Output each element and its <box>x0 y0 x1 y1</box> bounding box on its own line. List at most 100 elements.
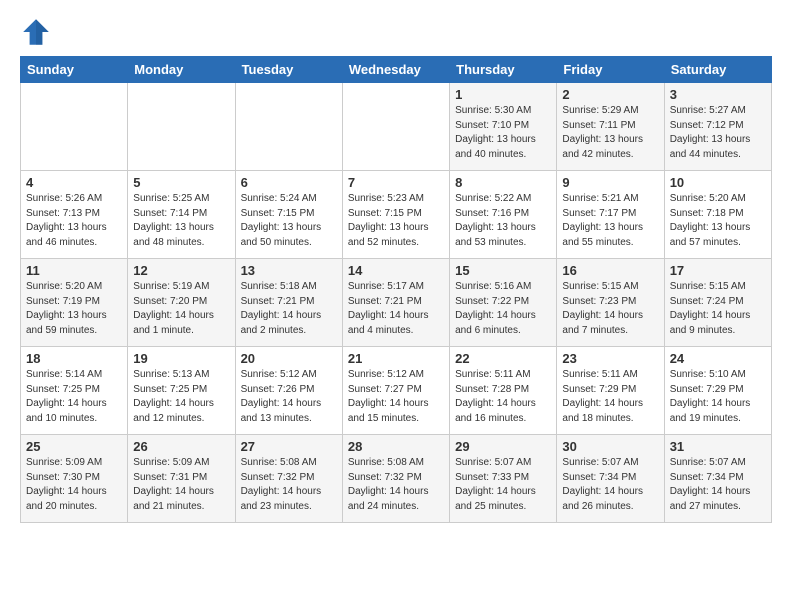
cell-info: Sunrise: 5:16 AM Sunset: 7:22 PM Dayligh… <box>455 280 551 338</box>
day-number: 9 <box>562 175 658 190</box>
calendar-cell: 4Sunrise: 5:26 AM Sunset: 7:13 PM Daylig… <box>21 171 128 259</box>
calendar-cell: 24Sunrise: 5:10 AM Sunset: 7:29 PM Dayli… <box>664 347 771 435</box>
cell-info: Sunrise: 5:11 AM Sunset: 7:28 PM Dayligh… <box>455 368 551 426</box>
calendar-cell: 1Sunrise: 5:30 AM Sunset: 7:10 PM Daylig… <box>450 83 557 171</box>
day-number: 31 <box>670 439 766 454</box>
day-number: 23 <box>562 351 658 366</box>
calendar-cell: 8 Sunrise: 5:22 AM Sunset: 7:16 PM Daylig… <box>450 171 557 259</box>
day-number: 11 <box>26 263 122 278</box>
calendar-cell: 19 Sunrise: 5:13 AM Sunset: 7:25 PM Dayli… <box>128 347 235 435</box>
day-number: 19 <box>133 351 229 366</box>
calendar-cell <box>21 83 128 171</box>
calendar-cell: 26 Sunrise: 5:09 AM Sunset: 7:31 PM Dayli… <box>128 435 235 523</box>
calendar-cell: 18 Sunrise: 5:14 AM Sunset: 7:25 PM Dayli… <box>21 347 128 435</box>
cell-info: Sunrise: 5:19 AM Sunset: 7:20 PM Dayligh… <box>133 280 229 338</box>
calendar-cell: 2 Sunrise: 5:29 AM Sunset: 7:11 PM Daylig… <box>557 83 664 171</box>
logo-icon <box>20 16 52 48</box>
day-number: 8 <box>455 175 551 190</box>
day-number: 20 <box>241 351 337 366</box>
day-number: 12 <box>133 263 229 278</box>
day-number: 17 <box>670 263 766 278</box>
cell-info: Sunrise: 5:12 AM Sunset: 7:27 PM Dayligh… <box>348 368 444 426</box>
cell-info: Sunrise: 5:07 AM Sunset: 7:34 PM Dayligh… <box>670 456 766 514</box>
cell-info: Sunrise: 5:29 AM Sunset: 7:11 PM Dayligh… <box>562 104 658 162</box>
day-number: 7 <box>348 175 444 190</box>
day-number: 26 <box>133 439 229 454</box>
calendar-cell: 11 Sunrise: 5:20 AM Sunset: 7:19 PM Dayli… <box>21 259 128 347</box>
day-number: 27 <box>241 439 337 454</box>
cell-info: Sunrise: 5:18 AM Sunset: 7:21 PM Dayligh… <box>241 280 337 338</box>
week-row: 11 Sunrise: 5:20 AM Sunset: 7:19 PM Dayli… <box>21 259 772 347</box>
cell-info: Sunrise: 5:13 AM Sunset: 7:25 PM Dayligh… <box>133 368 229 426</box>
calendar-cell: 25Sunrise: 5:09 AM Sunset: 7:30 PM Dayli… <box>21 435 128 523</box>
cell-info: Sunrise: 5:30 AM Sunset: 7:10 PM Dayligh… <box>455 104 551 162</box>
day-number: 14 <box>348 263 444 278</box>
day-number: 10 <box>670 175 766 190</box>
day-number: 30 <box>562 439 658 454</box>
calendar-cell: 17 Sunrise: 5:15 AM Sunset: 7:24 PM Dayli… <box>664 259 771 347</box>
cell-info: Sunrise: 5:07 AM Sunset: 7:33 PM Dayligh… <box>455 456 551 514</box>
logo <box>20 16 54 48</box>
weekday-header: Monday <box>128 57 235 83</box>
calendar-cell: 20 Sunrise: 5:12 AM Sunset: 7:26 PM Dayli… <box>235 347 342 435</box>
calendar-cell: 29 Sunrise: 5:07 AM Sunset: 7:33 PM Dayli… <box>450 435 557 523</box>
cell-info: Sunrise: 5:23 AM Sunset: 7:15 PM Dayligh… <box>348 192 444 250</box>
calendar-cell: 21Sunrise: 5:12 AM Sunset: 7:27 PM Dayli… <box>342 347 449 435</box>
calendar-cell <box>235 83 342 171</box>
day-number: 2 <box>562 87 658 102</box>
calendar-cell: 3 Sunrise: 5:27 AM Sunset: 7:12 PM Daylig… <box>664 83 771 171</box>
day-number: 5 <box>133 175 229 190</box>
weekday-header: Thursday <box>450 57 557 83</box>
day-number: 3 <box>670 87 766 102</box>
weekday-header: Tuesday <box>235 57 342 83</box>
calendar-cell: 28Sunrise: 5:08 AM Sunset: 7:32 PM Dayli… <box>342 435 449 523</box>
day-number: 13 <box>241 263 337 278</box>
day-number: 15 <box>455 263 551 278</box>
cell-info: Sunrise: 5:14 AM Sunset: 7:25 PM Dayligh… <box>26 368 122 426</box>
cell-info: Sunrise: 5:12 AM Sunset: 7:26 PM Dayligh… <box>241 368 337 426</box>
cell-info: Sunrise: 5:22 AM Sunset: 7:16 PM Dayligh… <box>455 192 551 250</box>
day-number: 29 <box>455 439 551 454</box>
cell-info: Sunrise: 5:26 AM Sunset: 7:13 PM Dayligh… <box>26 192 122 250</box>
calendar-cell: 27 Sunrise: 5:08 AM Sunset: 7:32 PM Dayli… <box>235 435 342 523</box>
calendar-cell: 6 Sunrise: 5:24 AM Sunset: 7:15 PM Daylig… <box>235 171 342 259</box>
cell-info: Sunrise: 5:09 AM Sunset: 7:31 PM Dayligh… <box>133 456 229 514</box>
weekday-header: Wednesday <box>342 57 449 83</box>
cell-info: Sunrise: 5:27 AM Sunset: 7:12 PM Dayligh… <box>670 104 766 162</box>
calendar-cell: 31 Sunrise: 5:07 AM Sunset: 7:34 PM Dayli… <box>664 435 771 523</box>
cell-info: Sunrise: 5:25 AM Sunset: 7:14 PM Dayligh… <box>133 192 229 250</box>
calendar-table: SundayMondayTuesdayWednesdayThursdayFrid… <box>20 56 772 523</box>
calendar-cell: 7 Sunrise: 5:23 AM Sunset: 7:15 PM Daylig… <box>342 171 449 259</box>
weekday-header-row: SundayMondayTuesdayWednesdayThursdayFrid… <box>21 57 772 83</box>
cell-info: Sunrise: 5:10 AM Sunset: 7:29 PM Dayligh… <box>670 368 766 426</box>
header <box>20 16 772 48</box>
calendar-cell: 10 Sunrise: 5:20 AM Sunset: 7:18 PM Dayli… <box>664 171 771 259</box>
day-number: 25 <box>26 439 122 454</box>
calendar-cell <box>342 83 449 171</box>
week-row: 25Sunrise: 5:09 AM Sunset: 7:30 PM Dayli… <box>21 435 772 523</box>
cell-info: Sunrise: 5:07 AM Sunset: 7:34 PM Dayligh… <box>562 456 658 514</box>
cell-info: Sunrise: 5:08 AM Sunset: 7:32 PM Dayligh… <box>348 456 444 514</box>
cell-info: Sunrise: 5:24 AM Sunset: 7:15 PM Dayligh… <box>241 192 337 250</box>
cell-info: Sunrise: 5:20 AM Sunset: 7:19 PM Dayligh… <box>26 280 122 338</box>
calendar-cell: 16Sunrise: 5:15 AM Sunset: 7:23 PM Dayli… <box>557 259 664 347</box>
cell-info: Sunrise: 5:15 AM Sunset: 7:24 PM Dayligh… <box>670 280 766 338</box>
cell-info: Sunrise: 5:08 AM Sunset: 7:32 PM Dayligh… <box>241 456 337 514</box>
calendar-cell: 5 Sunrise: 5:25 AM Sunset: 7:14 PM Daylig… <box>128 171 235 259</box>
cell-info: Sunrise: 5:15 AM Sunset: 7:23 PM Dayligh… <box>562 280 658 338</box>
weekday-header: Saturday <box>664 57 771 83</box>
cell-info: Sunrise: 5:20 AM Sunset: 7:18 PM Dayligh… <box>670 192 766 250</box>
calendar-cell: 14Sunrise: 5:17 AM Sunset: 7:21 PM Dayli… <box>342 259 449 347</box>
calendar-cell: 9Sunrise: 5:21 AM Sunset: 7:17 PM Daylig… <box>557 171 664 259</box>
page: SundayMondayTuesdayWednesdayThursdayFrid… <box>0 0 792 539</box>
weekday-header: Friday <box>557 57 664 83</box>
calendar-cell: 15 Sunrise: 5:16 AM Sunset: 7:22 PM Dayli… <box>450 259 557 347</box>
week-row: 4Sunrise: 5:26 AM Sunset: 7:13 PM Daylig… <box>21 171 772 259</box>
calendar-cell: 23 Sunrise: 5:11 AM Sunset: 7:29 PM Dayli… <box>557 347 664 435</box>
calendar-cell <box>128 83 235 171</box>
weekday-header: Sunday <box>21 57 128 83</box>
day-number: 6 <box>241 175 337 190</box>
week-row: 1Sunrise: 5:30 AM Sunset: 7:10 PM Daylig… <box>21 83 772 171</box>
day-number: 18 <box>26 351 122 366</box>
cell-info: Sunrise: 5:11 AM Sunset: 7:29 PM Dayligh… <box>562 368 658 426</box>
